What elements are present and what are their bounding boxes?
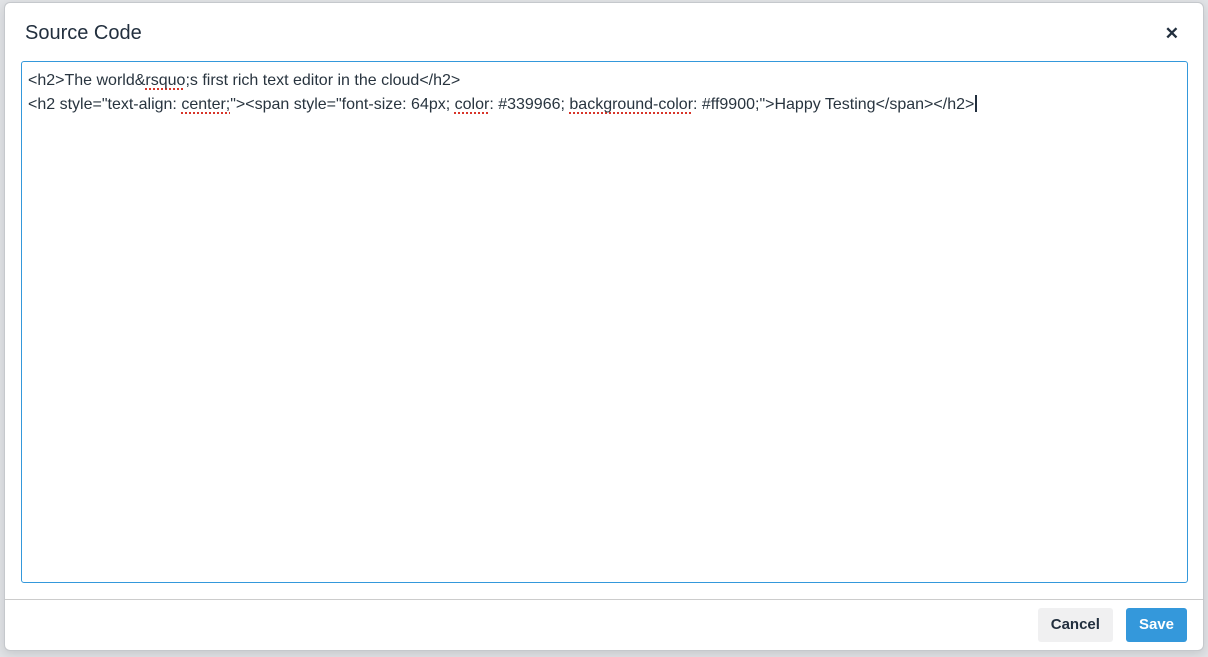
save-button[interactable]: Save	[1125, 608, 1187, 642]
dialog-body: <h2>The world&rsquo;s first rich text ed…	[5, 57, 1203, 599]
misspelled-word: color	[454, 96, 490, 113]
text-caret	[975, 95, 977, 112]
misspelled-word: rsquo	[145, 72, 186, 89]
dialog-header: Source Code ✕	[5, 3, 1203, 57]
misspelled-word: background-color	[569, 96, 694, 113]
dialog-footer: Cancel Save	[5, 599, 1203, 650]
code-line: <h2>The world&rsquo;s first rich text ed…	[28, 72, 461, 89]
code-content: <h2>The world&rsquo;s first rich text ed…	[28, 69, 1181, 117]
code-line: <h2 style="text-align: center;"><span st…	[28, 93, 1181, 117]
source-code-dialog: Source Code ✕ <h2>The world&rsquo;s firs…	[4, 2, 1204, 651]
misspelled-word: center;	[181, 96, 231, 113]
close-button[interactable]: ✕	[1159, 21, 1185, 46]
cancel-button[interactable]: Cancel	[1037, 608, 1113, 642]
close-icon: ✕	[1164, 23, 1179, 43]
dialog-title: Source Code	[25, 22, 142, 44]
source-code-textarea[interactable]: <h2>The world&rsquo;s first rich text ed…	[21, 61, 1188, 583]
